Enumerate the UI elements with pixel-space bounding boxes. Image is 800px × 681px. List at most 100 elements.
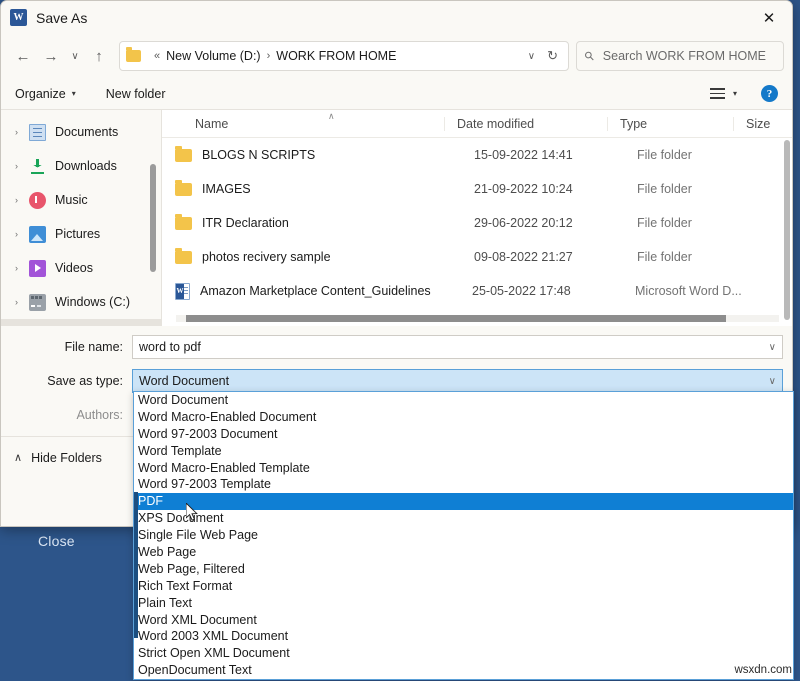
dropdown-option[interactable]: Strict Open XML Document	[134, 645, 793, 662]
column-header-size[interactable]: Size	[733, 117, 793, 131]
backstage-close-button[interactable]: Close	[38, 533, 75, 549]
chevron-right-icon[interactable]: ›	[15, 127, 29, 137]
forward-icon[interactable]: →	[37, 42, 65, 70]
save-as-type-label: Save as type:	[1, 374, 132, 388]
sidebar-item-documents[interactable]: › Documents	[1, 115, 161, 149]
breadcrumb-separator-icon: ›	[267, 50, 271, 62]
hide-folders-button[interactable]: ∧ Hide Folders	[14, 451, 102, 465]
file-list-pane: Name Date modified Type Size ∧ BLOGS N S…	[161, 110, 793, 326]
dropdown-option[interactable]: Word 97-2003 Template	[134, 476, 793, 493]
chevron-up-icon: ∧	[14, 451, 22, 464]
videos-icon	[29, 260, 46, 277]
sidebar-item-label: Music	[55, 193, 88, 207]
breadcrumb-segment-drive[interactable]: New Volume (D:)	[166, 49, 260, 63]
dropdown-option[interactable]: Word 2003 XML Document	[134, 628, 793, 645]
dropdown-option[interactable]: Word XML Document	[134, 612, 793, 629]
sidebar-item-downloads[interactable]: › Downloads	[1, 149, 161, 183]
dialog-titlebar: W Save As ✕	[1, 1, 792, 34]
refresh-icon[interactable]: ↻	[543, 48, 562, 64]
horizontal-scrollbar-thumb[interactable]	[186, 315, 726, 322]
table-row[interactable]: BLOGS N SCRIPTS 15-09-2022 14:41 File fo…	[162, 138, 793, 172]
dropdown-option[interactable]: Plain Text	[134, 595, 793, 612]
table-row[interactable]: IMAGES 21-09-2022 10:24 File folder	[162, 172, 793, 206]
chevron-right-icon[interactable]: ›	[15, 297, 29, 307]
drive-icon	[29, 294, 46, 311]
dropdown-scrollbar[interactable]	[134, 492, 138, 638]
breadcrumb-segment-folder[interactable]: WORK FROM HOME	[276, 49, 396, 63]
table-row[interactable]: ITR Declaration 29-06-2022 20:12 File fo…	[162, 206, 793, 240]
pictures-icon	[29, 226, 46, 243]
recent-locations-icon[interactable]: ∨	[65, 42, 85, 70]
dropdown-option[interactable]: Word Macro-Enabled Template	[134, 460, 793, 477]
chevron-right-icon[interactable]: ›	[15, 195, 29, 205]
table-row[interactable]: Amazon Marketplace Content_Guidelines 25…	[162, 274, 793, 308]
file-date: 21-09-2022 10:24	[474, 182, 637, 196]
sort-ascending-icon: ∧	[328, 111, 335, 122]
file-date: 15-09-2022 14:41	[474, 148, 637, 162]
folder-icon	[175, 149, 192, 162]
chevron-right-icon[interactable]: ›	[15, 263, 29, 273]
column-header-type[interactable]: Type	[607, 117, 733, 131]
chevron-down-icon[interactable]: ▾	[733, 89, 737, 98]
view-options-icon[interactable]	[710, 88, 725, 99]
file-type: File folder	[637, 216, 773, 230]
dialog-title: Save As	[36, 10, 87, 26]
organize-label: Organize	[15, 87, 66, 101]
table-row[interactable]: photos recivery sample 09-08-2022 21:27 …	[162, 240, 793, 274]
file-name-value: word to pdf	[139, 340, 769, 354]
back-icon[interactable]: ←	[9, 42, 37, 70]
chevron-right-icon[interactable]: ›	[15, 161, 29, 171]
dropdown-option[interactable]: Word Document	[134, 392, 793, 409]
save-as-type-dropdown[interactable]: Word Document Word Macro-Enabled Documen…	[133, 391, 794, 680]
chevron-down-icon[interactable]: ∨	[520, 51, 543, 62]
sidebar-item-videos[interactable]: › Videos	[1, 251, 161, 285]
dropdown-option[interactable]: Web Page, Filtered	[134, 561, 793, 578]
word-file-icon	[175, 283, 190, 300]
dropdown-option[interactable]: Single File Web Page	[134, 527, 793, 544]
downloads-icon	[29, 158, 46, 175]
file-list-scrollbar[interactable]	[784, 140, 790, 320]
chevron-right-icon[interactable]: ›	[15, 229, 29, 239]
sidebar-item-pictures[interactable]: › Pictures	[1, 217, 161, 251]
help-icon[interactable]: ?	[761, 85, 778, 102]
sidebar-item-windows-c[interactable]: › Windows (C:)	[1, 285, 161, 319]
organize-button[interactable]: Organize ▾	[15, 87, 76, 101]
chevron-down-icon[interactable]: ∨	[769, 342, 776, 353]
chevron-down-icon: ▾	[72, 89, 76, 98]
close-icon[interactable]: ✕	[746, 1, 792, 34]
file-name-input[interactable]: word to pdf ∨	[132, 335, 783, 359]
dropdown-option-pdf[interactable]: PDF	[134, 493, 793, 510]
column-header-date-modified[interactable]: Date modified	[444, 117, 607, 131]
dropdown-option[interactable]: OpenDocument Text	[134, 662, 793, 679]
save-as-type-value: Word Document	[139, 374, 769, 388]
music-icon	[29, 192, 46, 209]
sidebar-item-new-volume-d[interactable]: › New Volume (D:)	[1, 319, 161, 326]
up-icon[interactable]: ↑	[85, 42, 113, 70]
address-bar[interactable]: « New Volume (D:) › WORK FROM HOME ∨ ↻	[119, 41, 569, 71]
column-header-name[interactable]: Name	[162, 117, 444, 131]
save-as-type-select[interactable]: Word Document ∨	[132, 369, 783, 393]
file-type: File folder	[637, 250, 773, 264]
file-date: 29-06-2022 20:12	[474, 216, 637, 230]
authors-label: Authors:	[1, 408, 132, 422]
dropdown-option[interactable]: XPS Document	[134, 510, 793, 527]
navigation-bar: ← → ∨ ↑ « New Volume (D:) › WORK FROM HO…	[1, 34, 792, 78]
search-input[interactable]: ⚲ Search WORK FROM HOME	[576, 41, 784, 71]
dropdown-option[interactable]: Web Page	[134, 544, 793, 561]
dropdown-option[interactable]: Word Macro-Enabled Document	[134, 409, 793, 426]
chevron-down-icon[interactable]: ∨	[769, 376, 776, 387]
breadcrumb-overflow-icon[interactable]: «	[154, 50, 160, 62]
command-bar: Organize ▾ New folder ▾ ?	[1, 78, 792, 110]
file-type: File folder	[637, 148, 773, 162]
dropdown-option[interactable]: Word 97-2003 Document	[134, 426, 793, 443]
horizontal-scrollbar[interactable]	[176, 315, 779, 322]
dropdown-option[interactable]: Rich Text Format	[134, 578, 793, 595]
file-name: IMAGES	[202, 182, 474, 196]
sidebar-item-label: Windows (C:)	[55, 295, 130, 309]
sidebar-scrollbar[interactable]	[150, 164, 156, 272]
sidebar-item-label: Downloads	[55, 159, 117, 173]
file-date: 25-05-2022 17:48	[472, 284, 635, 298]
new-folder-button[interactable]: New folder	[106, 87, 166, 101]
dropdown-option[interactable]: Word Template	[134, 443, 793, 460]
sidebar-item-music[interactable]: › Music	[1, 183, 161, 217]
